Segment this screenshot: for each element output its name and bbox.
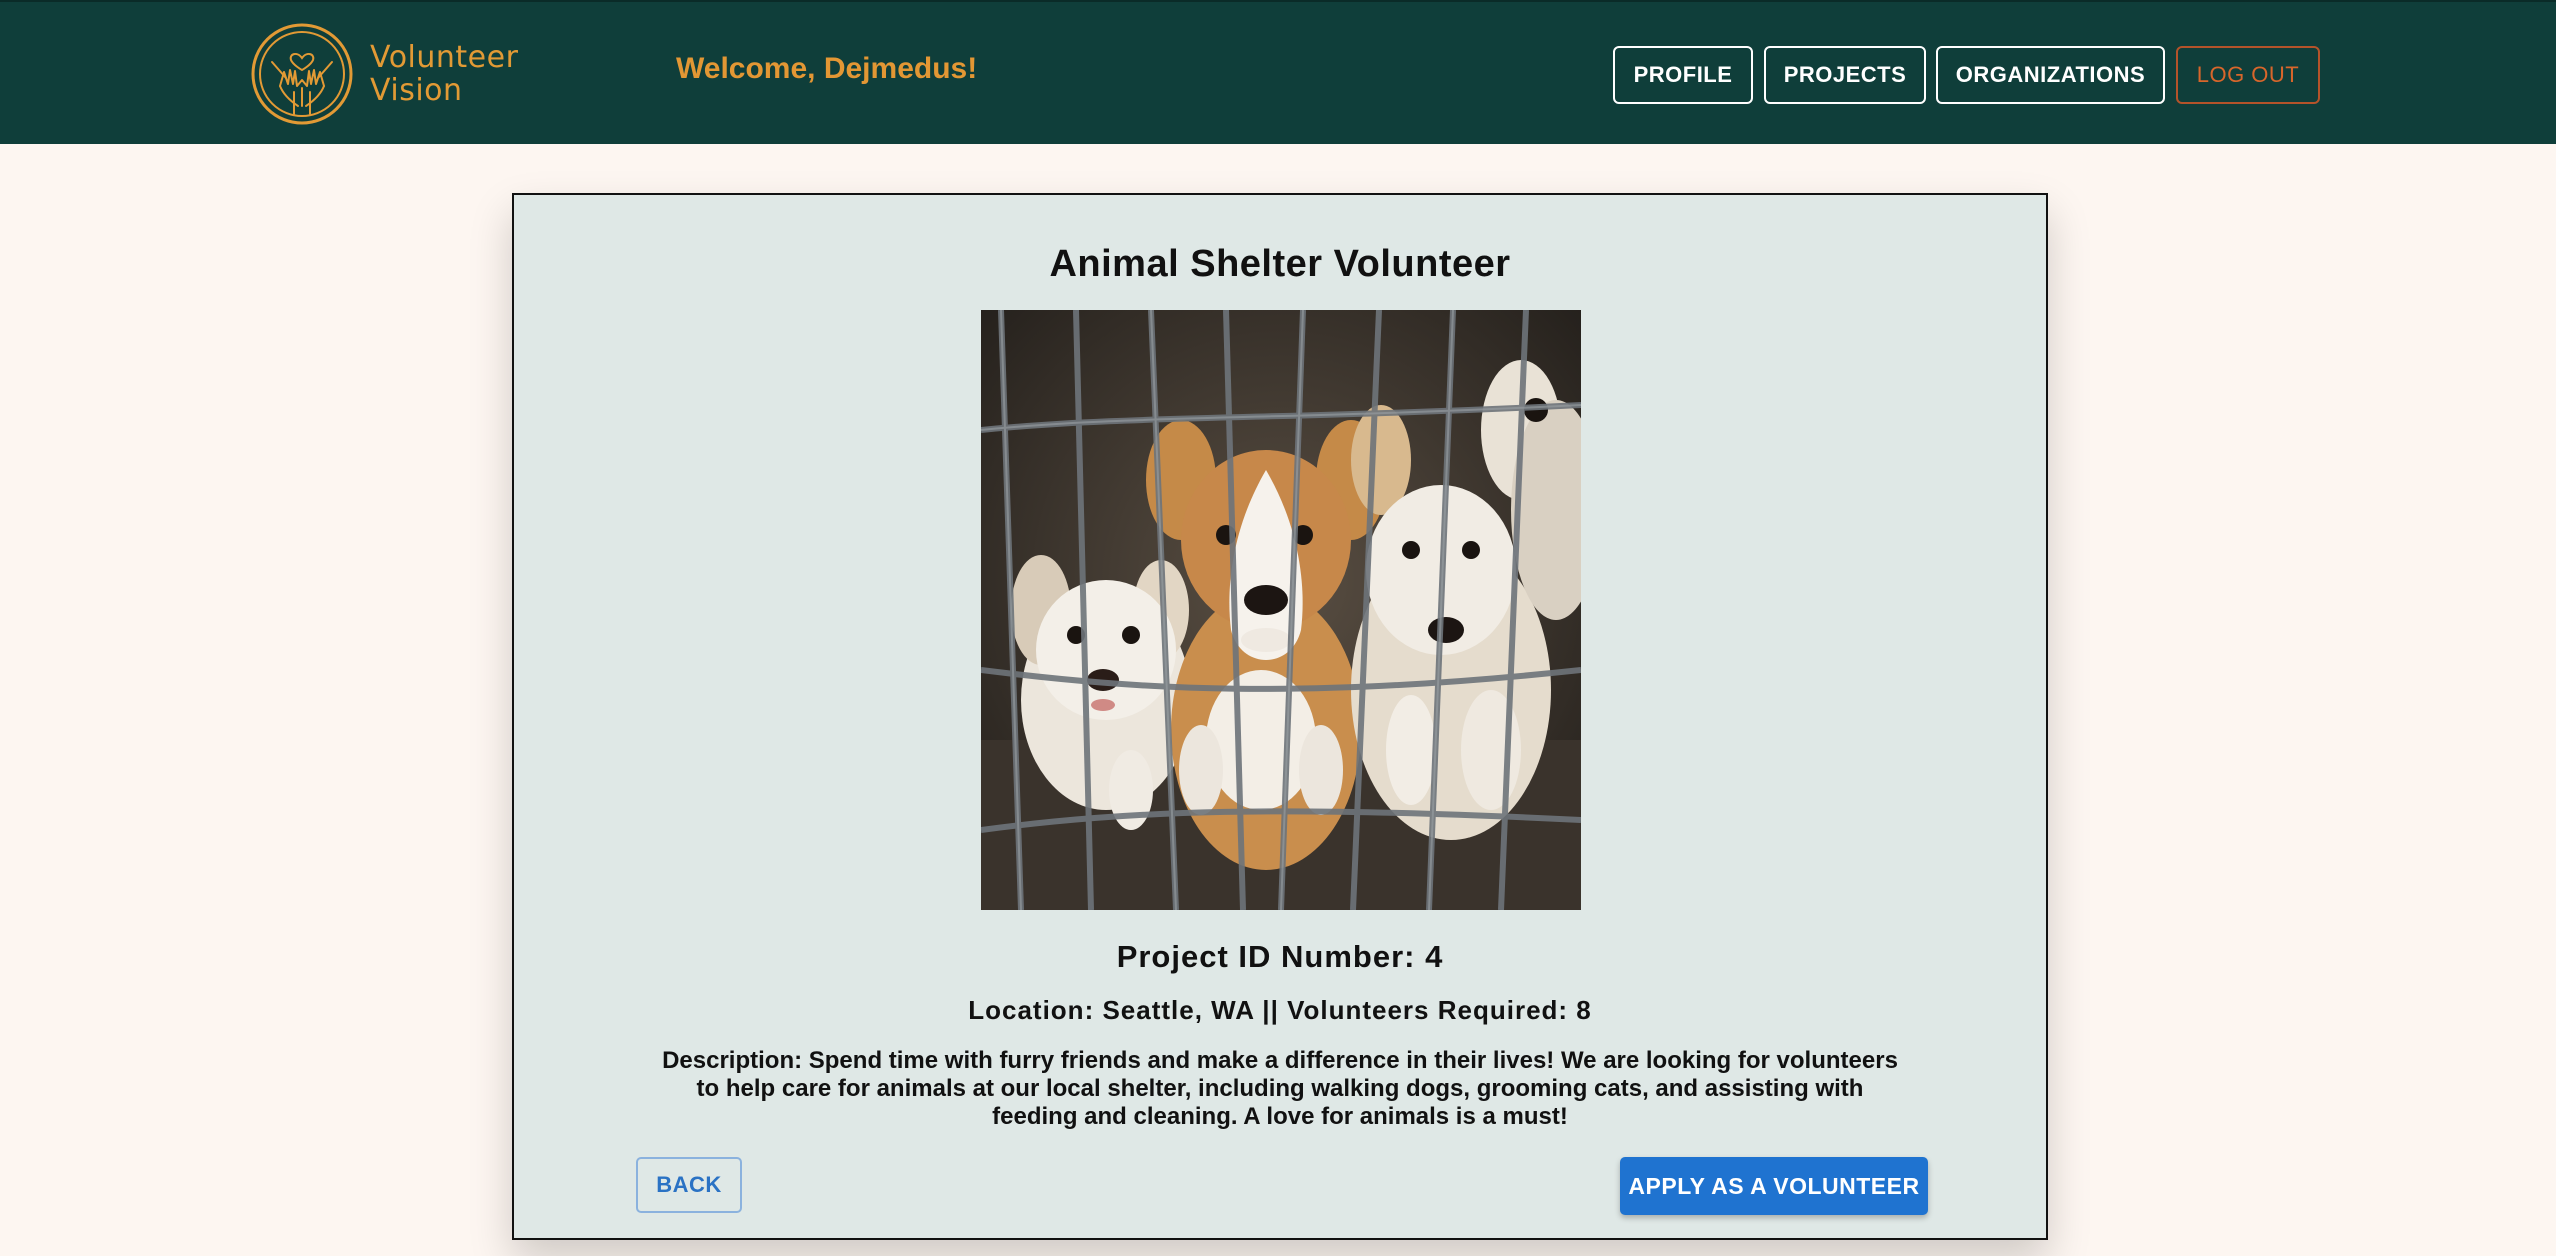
brand-logo[interactable]: Volunteer Vision: [250, 22, 518, 126]
project-id: Project ID Number: 4: [1116, 939, 1444, 974]
apply-volunteer-button[interactable]: APPLY AS A VOLUNTEER: [1620, 1157, 1928, 1215]
back-button[interactable]: BACK: [636, 1157, 742, 1213]
nav-organizations-button[interactable]: ORGANIZATIONS: [1936, 46, 2165, 104]
project-location-volunteers: Location: Seattle, WA || Volunteers Requ…: [968, 995, 1592, 1025]
brand-name: Volunteer Vision: [370, 41, 518, 107]
hands-heart-logo-icon: [251, 23, 353, 125]
brand-name-line1: Volunteer: [370, 40, 519, 75]
top-nav-bar: Volunteer Vision Welcome, Dejmedus! PROF…: [0, 0, 2556, 144]
nav-projects-button[interactable]: PROJECTS: [1764, 46, 1926, 104]
project-image: [981, 310, 1581, 910]
nav-profile-button[interactable]: PROFILE: [1613, 46, 1753, 104]
project-description: Description: Spend time with furry frien…: [662, 1047, 1898, 1130]
welcome-message: Welcome, Dejmedus!: [676, 52, 978, 85]
brand-name-line2: Vision: [370, 73, 463, 108]
logout-button[interactable]: LOG OUT: [2176, 46, 2320, 104]
puppies-in-cage-photo-icon: [981, 310, 1581, 910]
project-title: Animal Shelter Volunteer: [1049, 243, 1511, 285]
project-detail-card: Animal Shelter Volunteer Project ID Numb…: [512, 193, 2048, 1240]
